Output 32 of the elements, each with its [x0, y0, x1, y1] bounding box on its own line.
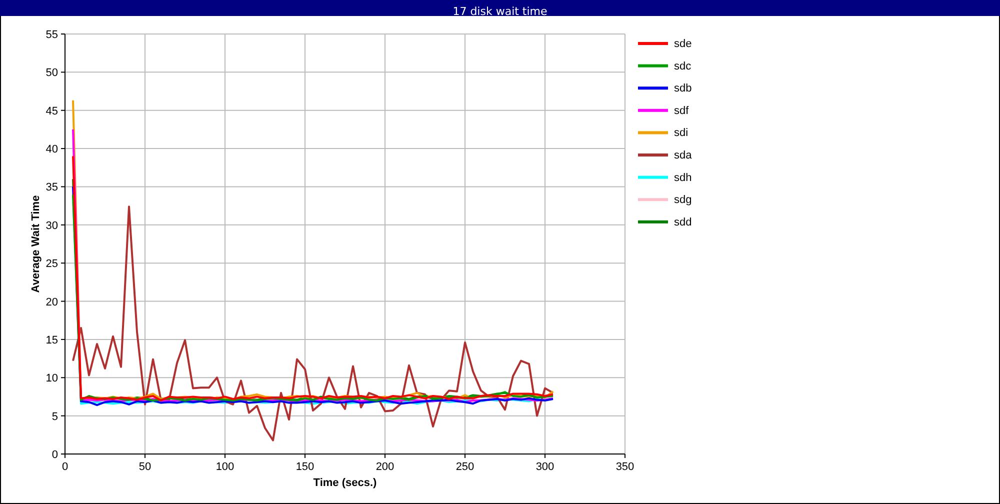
window-title: 17 disk wait time — [452, 5, 548, 18]
tick-label: 10 — [46, 372, 58, 385]
tick-label: 200 — [376, 461, 394, 473]
legend-label: sdh — [674, 172, 692, 184]
axis-title: Average Wait Time — [30, 195, 42, 293]
legend-label: sde — [674, 38, 692, 50]
tick-label: 100 — [216, 461, 234, 473]
axis-title: Time (secs.) — [313, 477, 377, 489]
tick-label: 50 — [46, 67, 58, 80]
tick-label: 250 — [456, 461, 474, 473]
legend-label: sda — [674, 150, 692, 162]
legend-label: sdc — [674, 60, 692, 72]
tick-label: 50 — [138, 461, 152, 473]
legend-label: sdg — [674, 194, 692, 206]
tick-label: 0 — [62, 461, 68, 473]
tick-label: 20 — [46, 296, 58, 308]
tick-label: 5 — [52, 410, 58, 423]
tick-label: 15 — [46, 334, 58, 346]
tick-label: 0 — [52, 449, 58, 461]
legend-label: sdd — [674, 216, 692, 228]
tick-label: 350 — [616, 461, 634, 473]
tick-label: 150 — [296, 461, 314, 473]
legend-label: sdb — [674, 82, 692, 95]
tick-label: 30 — [46, 220, 58, 232]
tick-label: 55 — [46, 29, 58, 41]
legend-label: sdi — [674, 127, 688, 140]
tick-label: 25 — [46, 258, 58, 270]
tick-label: 35 — [46, 182, 58, 194]
tick-label: 300 — [536, 461, 554, 473]
tick-label: 40 — [46, 144, 58, 156]
legend-label: sdf — [674, 104, 689, 117]
tick-label: 45 — [46, 105, 58, 118]
